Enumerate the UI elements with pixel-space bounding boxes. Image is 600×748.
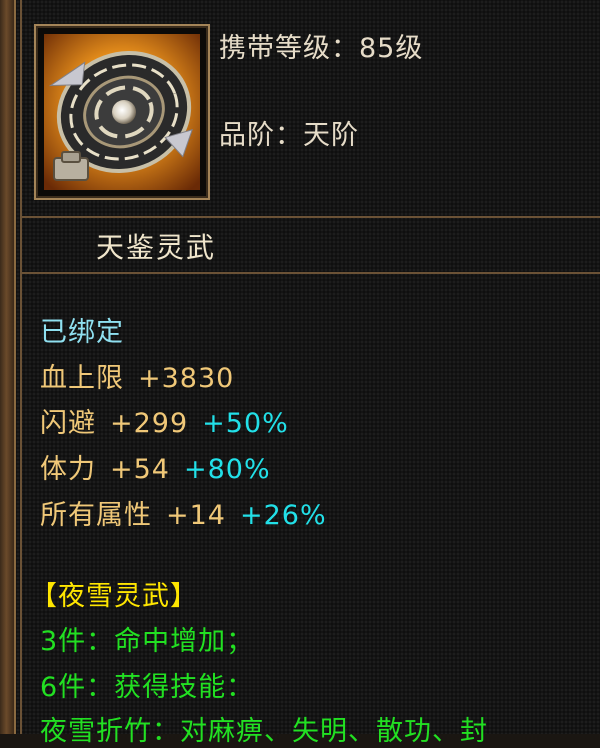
set-title: 【夜雪灵武】 bbox=[30, 581, 198, 612]
set-bonus-3: 3件：命中增加； bbox=[40, 626, 255, 657]
item-tooltip-panel: 携带等级：85级 品阶：天阶 天鉴灵武 已绑定 血上限 +3830 闪避 +299 +… bbox=[16, 0, 600, 747]
tooltip-window: 携带等级：85级 品阶：天阶 天鉴灵武 已绑定 血上限 +3830 闪避 +299 +… bbox=[0, 0, 600, 747]
stat-label: 闪避 bbox=[40, 408, 96, 439]
stat-label: 所有属性 bbox=[40, 500, 152, 531]
stat-percent: +50% bbox=[202, 408, 289, 439]
item-quality: 品阶：天阶 bbox=[219, 120, 359, 151]
stat-flat: +14 bbox=[166, 500, 226, 531]
stat-flat: +54 bbox=[110, 454, 170, 485]
item-stats: 已绑定 血上限 +3830 闪避 +299 +50% 体力 +54 +80% 所有属性 +1… bbox=[20, 272, 600, 747]
left-border-decoration bbox=[0, 0, 16, 734]
stat-flat: +3830 bbox=[138, 363, 235, 394]
bound-status: 已绑定 bbox=[40, 317, 124, 348]
stat-flat: +299 bbox=[110, 408, 189, 439]
shield-wheel-icon bbox=[44, 34, 200, 190]
item-name-row: 天鉴灵武 bbox=[20, 218, 600, 272]
stat-row: 血上限 +3830 bbox=[40, 356, 234, 395]
stat-label: 体力 bbox=[40, 454, 96, 485]
stat-percent: +80% bbox=[183, 454, 271, 485]
stat-percent: +26% bbox=[239, 500, 327, 531]
stat-row: 闪避 +299 +50% bbox=[40, 401, 289, 440]
set-bonus-6: 6件：获得技能： bbox=[40, 672, 255, 703]
item-name: 天鉴灵武 bbox=[96, 231, 217, 264]
stat-row: 所有属性 +14 +26% bbox=[40, 493, 327, 532]
stat-label: 血上限 bbox=[40, 363, 124, 394]
item-header: 携带等级：85级 品阶：天阶 bbox=[20, 0, 600, 218]
required-level: 携带等级：85级 bbox=[219, 33, 424, 64]
set-skill-description: 夜雪折竹：对麻痹、失明、散功、封 bbox=[40, 716, 488, 747]
stat-row: 体力 +54 +80% bbox=[40, 447, 271, 486]
item-icon-frame bbox=[34, 24, 210, 200]
